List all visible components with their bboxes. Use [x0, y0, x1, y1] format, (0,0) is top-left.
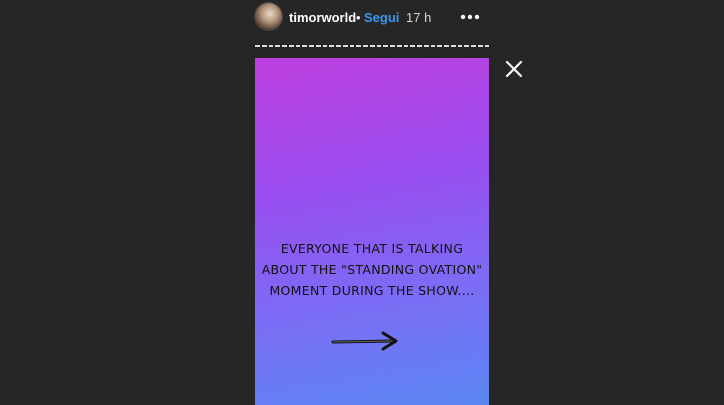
progress-segment	[268, 45, 274, 47]
progress-segment	[457, 45, 463, 47]
story-caption-line: MOMENT DURING THE SHOW....	[269, 283, 475, 298]
story-caption: EVERYONE THAT IS TALKING ABOUT THE "STAN…	[255, 238, 489, 301]
progress-segment	[484, 45, 490, 47]
progress-segment	[390, 45, 395, 47]
post-time: 17 h	[406, 10, 432, 25]
progress-segment	[363, 45, 368, 47]
story-content[interactable]: EVERYONE THAT IS TALKING ABOUT THE "STAN…	[255, 58, 489, 405]
story-progress-bar	[255, 45, 490, 47]
progress-segment	[322, 45, 328, 47]
progress-segment	[369, 45, 375, 47]
progress-segment	[464, 45, 469, 47]
progress-segment	[437, 45, 442, 47]
separator-dot: •	[356, 10, 361, 25]
close-icon[interactable]	[503, 58, 525, 80]
follow-button[interactable]: Segui	[364, 10, 399, 26]
more-options-icon[interactable]	[456, 7, 484, 27]
progress-segment	[302, 45, 307, 47]
progress-segment	[282, 45, 287, 47]
progress-segment	[410, 45, 415, 47]
progress-segment	[396, 45, 402, 47]
progress-segment	[275, 45, 280, 47]
arrow-right-icon	[329, 330, 401, 352]
progress-segment	[255, 45, 260, 47]
username[interactable]: timorworld	[289, 10, 356, 26]
progress-segment	[477, 45, 483, 47]
progress-segment	[444, 45, 449, 47]
progress-segment	[288, 45, 294, 47]
progress-segment	[417, 45, 422, 47]
progress-segment	[376, 45, 382, 47]
progress-segment	[403, 45, 409, 47]
progress-segment	[295, 45, 301, 47]
story-header: timorworld • Segui 17 h	[0, 0, 724, 36]
progress-segment	[329, 45, 334, 47]
progress-segment	[356, 45, 361, 47]
progress-segment	[342, 45, 348, 47]
progress-segment	[315, 45, 321, 47]
progress-segment	[261, 45, 267, 47]
progress-segment	[309, 45, 314, 47]
progress-segment	[383, 45, 388, 47]
story-caption-line: ABOUT THE "STANDING OVATION"	[261, 262, 483, 277]
progress-segment	[450, 45, 456, 47]
progress-segment	[471, 45, 476, 47]
progress-segment	[430, 45, 436, 47]
progress-segment	[423, 45, 429, 47]
avatar[interactable]	[255, 3, 282, 30]
progress-segment	[336, 45, 341, 47]
story-caption-line: EVERYONE THAT IS TALKING	[280, 241, 464, 256]
progress-segment	[349, 45, 355, 47]
